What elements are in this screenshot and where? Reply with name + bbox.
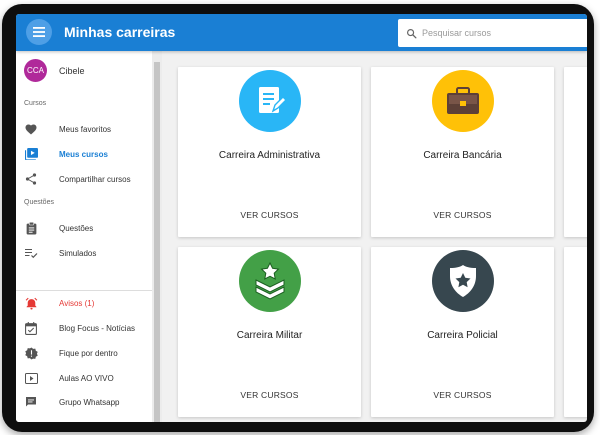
live-play-icon xyxy=(24,371,38,385)
ver-cursos-button[interactable]: VER CURSOS xyxy=(371,210,554,220)
sidebar-item-label: Aulas AO VIVO xyxy=(59,373,114,383)
search-box[interactable] xyxy=(398,19,587,47)
career-card-administrativa[interactable]: Carreira Administrativa VER CURSOS xyxy=(178,67,361,237)
section-label-cursos: Cursos xyxy=(24,100,47,107)
page-title: Minhas carreiras xyxy=(64,24,176,40)
search-icon xyxy=(407,28,417,38)
sidebar-item-label: Avisos (1) xyxy=(59,298,95,308)
sidebar-item-grupo-whatsapp[interactable]: Grupo Whatsapp xyxy=(16,392,152,412)
checklist-icon xyxy=(24,246,38,260)
career-card-bancaria[interactable]: Carreira Bancária VER CURSOS xyxy=(371,67,554,237)
ver-cursos-button[interactable]: VER CURSOS xyxy=(178,210,361,220)
sidebar-item-label: Meus cursos xyxy=(59,149,108,159)
sidebar-divider xyxy=(16,290,152,291)
tablet-frame: Minhas carreiras CCA Cibele Cursos Meus xyxy=(2,4,594,432)
document-edit-icon xyxy=(239,70,301,132)
menu-button[interactable] xyxy=(26,19,52,45)
user-name: Cibele xyxy=(59,65,85,76)
sidebar-item-simulados[interactable]: Simulados xyxy=(16,243,152,263)
share-icon xyxy=(24,172,38,186)
sidebar-item-label: Fique por dentro xyxy=(59,348,118,358)
career-card-partial[interactable] xyxy=(564,247,587,417)
sidebar-item-label: Meus favoritos xyxy=(59,124,112,134)
sidebar-item-label: Compartilhar cursos xyxy=(59,174,131,184)
section-label-questoes: Questões xyxy=(24,199,54,206)
card-title: Carreira Bancária xyxy=(423,150,502,161)
heart-icon xyxy=(24,122,38,136)
user-profile[interactable]: CCA Cibele xyxy=(24,59,85,82)
sidebar-item-label: Questões xyxy=(59,223,94,233)
sidebar-item-questoes[interactable]: Questões xyxy=(16,218,152,238)
career-card-policial[interactable]: Carreira Policial VER CURSOS xyxy=(371,247,554,417)
military-rank-icon xyxy=(239,250,301,312)
sidebar-item-label: Grupo Whatsapp xyxy=(59,397,120,407)
briefcase-icon xyxy=(432,70,494,132)
alarm-icon xyxy=(24,296,38,310)
sidebar-item-label: Blog Focus - Notícias xyxy=(59,323,136,333)
career-card-militar[interactable]: Carreira Militar VER CURSOS xyxy=(178,247,361,417)
sidebar-item-fique-por-dentro[interactable]: Fique por dentro xyxy=(16,343,152,363)
sidebar-item-avisos[interactable]: Avisos (1) xyxy=(16,293,152,313)
sidebar-item-meus-cursos[interactable]: Meus cursos xyxy=(16,144,152,164)
clipboard-icon xyxy=(24,221,38,235)
card-title: Carreira Administrativa xyxy=(218,150,321,161)
play-box-icon xyxy=(24,147,38,161)
sidebar: CCA Cibele Cursos Meus favoritos Meus cu… xyxy=(16,51,152,422)
sidebar-scrollbar-thumb[interactable] xyxy=(154,62,160,422)
sidebar-item-blog[interactable]: Blog Focus - Notícias xyxy=(16,318,152,338)
hamburger-icon xyxy=(33,27,45,37)
sidebar-item-compartilhar[interactable]: Compartilhar cursos xyxy=(16,169,152,189)
ver-cursos-button[interactable]: VER CURSOS xyxy=(371,390,554,400)
sidebar-item-favoritos[interactable]: Meus favoritos xyxy=(16,119,152,139)
search-input[interactable] xyxy=(422,28,572,38)
app-screen: Minhas carreiras CCA Cibele Cursos Meus xyxy=(16,14,587,422)
card-title: Carreira Policial xyxy=(427,330,498,341)
calendar-check-icon xyxy=(24,321,38,335)
ver-cursos-button[interactable]: VER CURSOS xyxy=(178,390,361,400)
card-title: Carreira Militar xyxy=(236,330,303,341)
alert-badge-icon xyxy=(24,346,38,360)
chat-icon xyxy=(24,395,38,409)
sidebar-item-label: Simulados xyxy=(59,248,97,258)
career-card-partial[interactable] xyxy=(564,67,587,237)
sidebar-item-aulas-ao-vivo[interactable]: Aulas AO VIVO xyxy=(16,368,152,388)
police-badge-icon xyxy=(432,250,494,312)
app-bar: Minhas carreiras xyxy=(16,14,587,51)
avatar: CCA xyxy=(24,59,47,82)
